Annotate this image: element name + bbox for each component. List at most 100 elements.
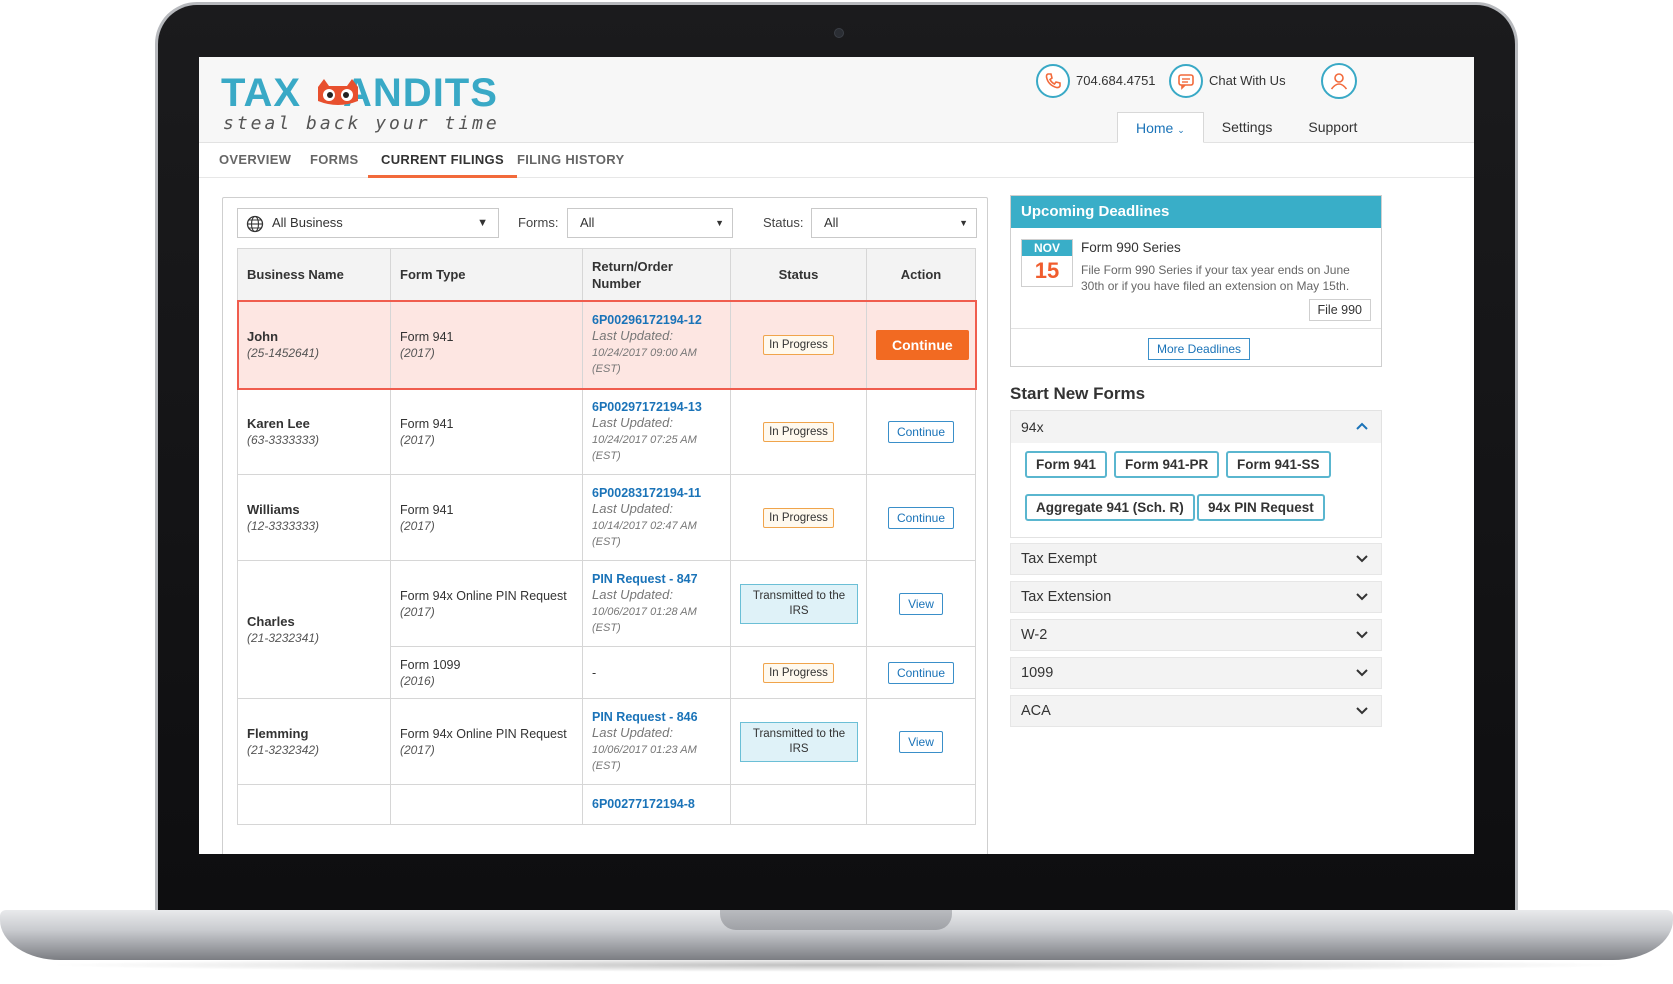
continue-button[interactable]: Continue — [887, 420, 955, 443]
pin-request-link[interactable]: PIN Request - 847 — [592, 572, 721, 586]
form-941-button[interactable]: Form 941 — [1025, 451, 1108, 478]
form-cell — [390, 784, 583, 825]
chevron-down-icon — [1356, 593, 1368, 601]
form-year: (2016) — [400, 673, 435, 688]
business-cell: Charles (21-3232341) — [237, 560, 391, 699]
continue-button[interactable]: Continue — [887, 506, 955, 529]
business-select[interactable]: All Business ▼ — [237, 208, 499, 238]
accordion-aca[interactable]: ACA — [1010, 695, 1382, 727]
aggregate-941-button[interactable]: Aggregate 941 (Sch. R) — [1025, 494, 1195, 521]
business-ein: (21-3232342) — [247, 743, 320, 757]
form-941-pr-button[interactable]: Form 941-PR — [1114, 451, 1220, 478]
status-cell: In Progress — [730, 388, 867, 475]
status-filter-select[interactable]: All ▼ — [811, 208, 977, 238]
return-number-link[interactable]: 6P00296172194-12 — [592, 313, 721, 327]
table-row: John (25-1452641) Form 941 (2017) 6P002961… — [236, 299, 977, 390]
form-type: Form 94x Online PIN Request — [400, 588, 567, 603]
accordion-1099[interactable]: 1099 — [1010, 657, 1382, 689]
upcoming-deadlines-panel: Upcoming Deadlines NOV 15 Form 990 Serie… — [1010, 195, 1382, 367]
pin-request-button[interactable]: 94x PIN Request — [1197, 494, 1325, 521]
timezone: (EST) — [592, 362, 621, 375]
last-updated-label: Last Updated: — [592, 327, 673, 343]
col-business-name[interactable]: Business Name — [237, 248, 391, 301]
status-filter-label: Status: — [763, 215, 804, 230]
form-941-ss-button[interactable]: Form 941-SS — [1226, 451, 1331, 478]
business-ein: (25-1452641) — [247, 346, 320, 360]
action-cell: Continue — [866, 300, 976, 389]
chevron-down-icon — [1356, 669, 1368, 677]
sub-tabs: OVERVIEW FORMS CURRENT FILINGS FILING HI… — [199, 143, 1474, 178]
more-deadlines-button[interactable]: More Deadlines — [1148, 338, 1251, 360]
form-year: (2017) — [400, 432, 435, 447]
col-action[interactable]: Action — [866, 248, 976, 301]
laptop-shadow — [40, 958, 1633, 972]
nav-support[interactable]: Support — [1290, 112, 1375, 143]
business-name: Charles — [247, 614, 295, 629]
chat-with-us-link[interactable]: Chat With Us — [1209, 73, 1286, 88]
tab-forms[interactable]: FORMS — [310, 143, 358, 178]
deadline-description: File Form 990 Series if your tax year en… — [1081, 263, 1350, 293]
form-cell: Form 94x Online PIN Request (2017) — [390, 560, 583, 647]
business-name: Karen Lee — [247, 416, 310, 431]
return-number-link[interactable]: 6P00297172194-13 — [592, 400, 721, 414]
tab-filing-history[interactable]: FILING HISTORY — [517, 143, 624, 178]
user-account-icon[interactable] — [1321, 63, 1357, 99]
continue-button[interactable]: Continue — [887, 661, 955, 684]
accordion-tax-extension[interactable]: Tax Extension — [1010, 581, 1382, 613]
accordion-94x-header[interactable]: 94x — [1011, 411, 1381, 443]
business-cell: John (25-1452641) — [237, 300, 391, 389]
status-filter-value: All — [824, 215, 839, 230]
phone-icon[interactable] — [1036, 64, 1070, 98]
view-button[interactable]: View — [899, 592, 943, 615]
last-updated-date: 10/24/2017 07:25 AM — [592, 433, 697, 446]
forms-filter-label: Forms: — [518, 215, 559, 230]
col-return-number[interactable]: Return/Order Number — [582, 248, 731, 301]
forms-filter-select[interactable]: All ▼ — [567, 208, 733, 238]
main-nav: Home ⌄ Settings Support — [1117, 112, 1375, 143]
col-status[interactable]: Status — [730, 248, 867, 301]
nav-home[interactable]: Home ⌄ — [1117, 112, 1204, 143]
status-badge: In Progress — [763, 334, 834, 355]
return-number-link[interactable]: 6P00277172194-8 — [592, 797, 721, 811]
accordion-tax-exempt[interactable]: Tax Exempt — [1010, 543, 1382, 575]
filings-panel: All Business ▼ Forms: All ▼ Status: All … — [222, 197, 988, 854]
accordion-label: Tax Extension — [1021, 589, 1112, 605]
phone-number[interactable]: 704.684.4751 — [1076, 73, 1156, 88]
filings-table: Business Name Form Type Return/Order Num… — [236, 248, 977, 825]
accordion-label: 1099 — [1021, 665, 1054, 681]
table-row: Flemming (21-3232342) Form 94x Online PIN… — [237, 698, 976, 785]
table-row: Karen Lee (63-3333333) Form 941 (2017) 6P0… — [237, 388, 976, 475]
status-cell: In Progress — [730, 474, 867, 561]
chat-icon[interactable] — [1169, 64, 1203, 98]
accordion-label: Tax Exempt — [1021, 551, 1097, 567]
status-badge: In Progress — [763, 421, 834, 442]
timezone: (EST) — [592, 621, 621, 634]
divider — [1011, 328, 1381, 329]
pin-request-link[interactable]: PIN Request - 846 — [592, 710, 721, 724]
return-number-link[interactable]: 6P00283172194-11 — [592, 486, 721, 500]
caret-down-icon: ▼ — [715, 218, 724, 228]
view-button[interactable]: View — [899, 730, 943, 753]
file-990-button[interactable]: File 990 — [1308, 299, 1371, 321]
forms-filter-value: All — [580, 215, 595, 230]
tab-current-filings[interactable]: CURRENT FILINGS — [368, 143, 517, 178]
status-badge: Transmitted to the IRS — [740, 583, 858, 624]
form-year: (2017) — [400, 518, 435, 533]
accordion-94x: 94x Form 941 Form 941-PR Form 941-SS Agg… — [1010, 410, 1382, 538]
table-header-row: Business Name Form Type Return/Order Num… — [237, 248, 976, 301]
action-cell — [866, 784, 976, 825]
logo[interactable]: TAX ANDITS steal back your time — [221, 71, 497, 135]
tab-overview[interactable]: OVERVIEW — [219, 143, 291, 178]
form-type: Form 94x Online PIN Request — [400, 726, 567, 741]
status-cell — [730, 784, 867, 825]
nav-settings[interactable]: Settings — [1204, 112, 1291, 143]
continue-button[interactable]: Continue — [876, 329, 969, 360]
return-cell: PIN Request - 847 Last Updated: 10/06/2017… — [582, 560, 731, 647]
return-cell: 6P00296172194-12 Last Updated: 10/24/2017 … — [582, 300, 731, 389]
deadlines-title: Upcoming Deadlines — [1011, 196, 1381, 228]
return-cell: 6P00277172194-8 — [582, 784, 731, 825]
last-updated-label: Last Updated: — [592, 586, 673, 602]
accordion-w2[interactable]: W-2 — [1010, 619, 1382, 651]
col-form-type[interactable]: Form Type — [390, 248, 583, 301]
chevron-down-icon: ⌄ — [1177, 125, 1185, 135]
